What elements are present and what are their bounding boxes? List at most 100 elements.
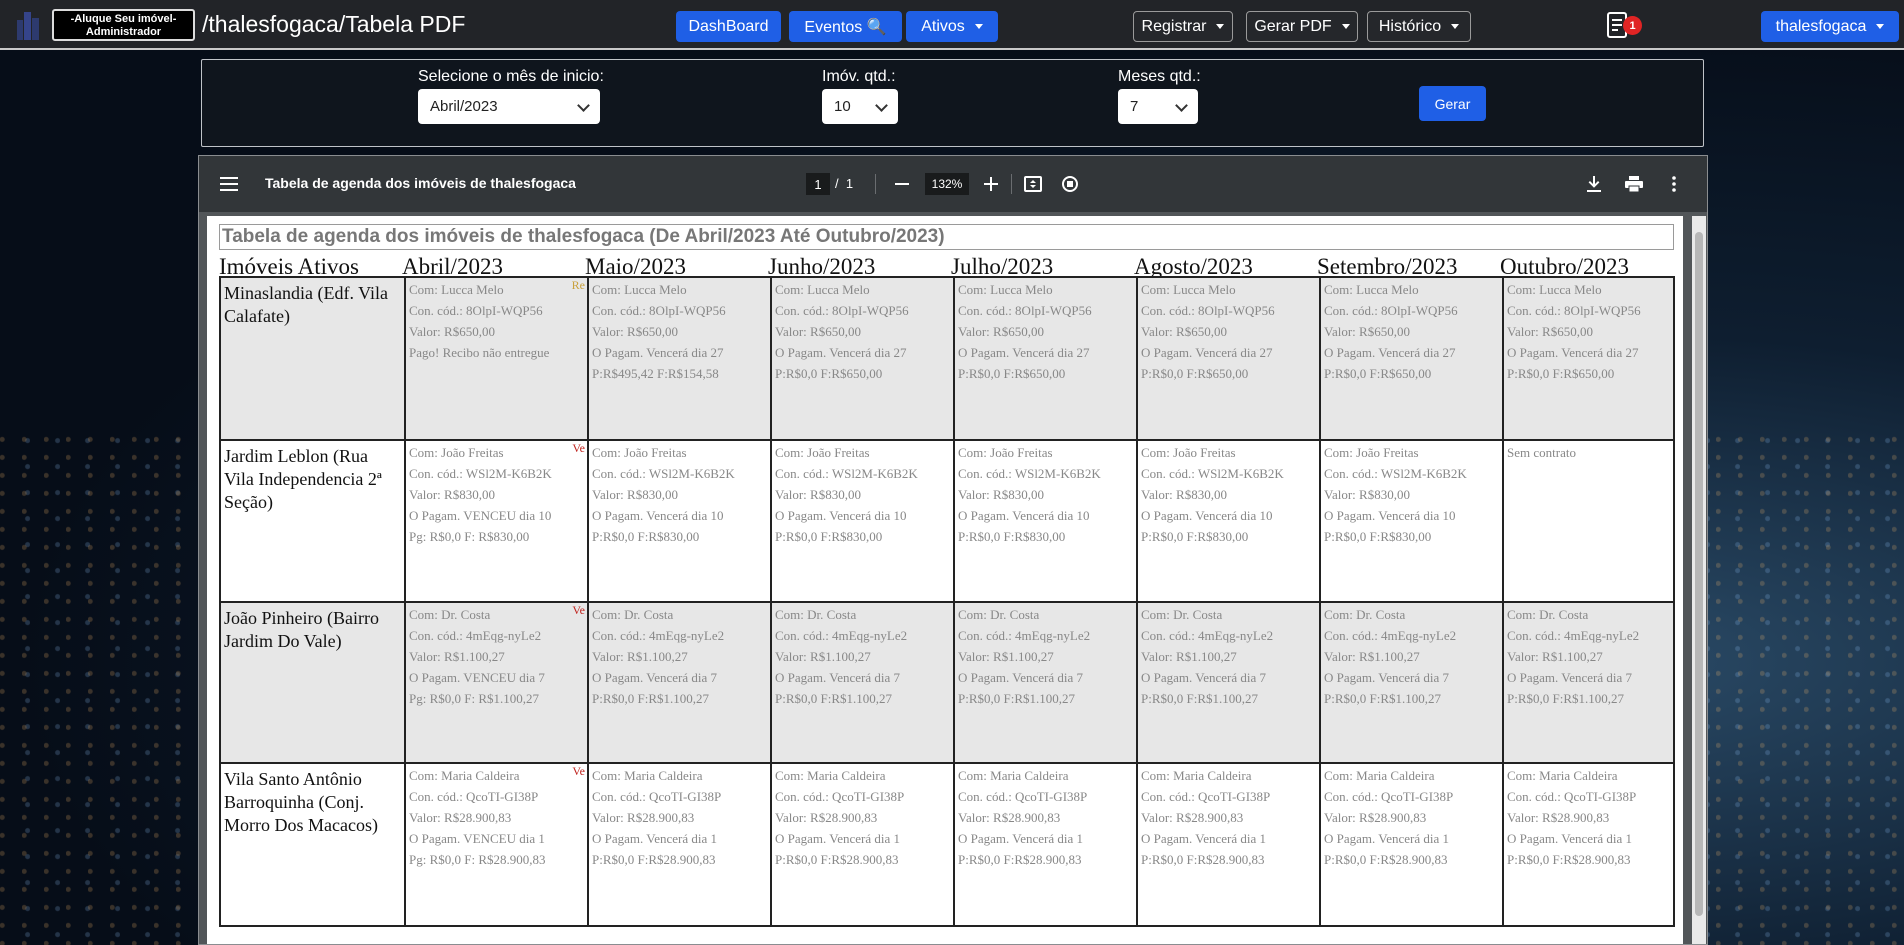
cell-line: Com: Dr. Costa <box>409 607 491 622</box>
cell-line: Pg: R$0,0 F: R$830,00 <box>409 529 530 544</box>
historico-dropdown[interactable]: Histórico <box>1367 11 1471 42</box>
zoom-level-input[interactable]: 132% <box>925 173 969 195</box>
cell-line: Valor: R$28.900,83 <box>592 810 695 825</box>
cell-line: O Pagam. Vencerá dia 27 <box>1141 345 1273 360</box>
cell-line: P:R$0,0 F:R$1.100,27 <box>775 691 893 706</box>
property-name-cell: João Pinheiro (Bairro Jardim Do Vale) <box>221 603 404 762</box>
brand-logo[interactable]: -Aluque Seu imóvel- Administrador <box>52 9 195 41</box>
caret-down-icon <box>1451 24 1460 29</box>
cell-line: Valor: R$830,00 <box>775 487 861 502</box>
cell-line: Con. cód.: 8OlpI-WQP56 <box>775 303 909 318</box>
vertical-scrollbar[interactable] <box>1692 216 1706 944</box>
gerar-button[interactable]: Gerar <box>1419 86 1486 121</box>
eventos-label: Eventos 🔍 <box>804 18 887 36</box>
cell-line: O Pagam. VENCEU dia 7 <box>409 670 545 685</box>
cell-line: Com: Maria Caldeira <box>409 768 520 783</box>
cell-line: P:R$0,0 F:R$830,00 <box>1324 529 1432 544</box>
cell-line: Con. cód.: 4mEqg-nyLe2 <box>958 628 1091 643</box>
zoom-in-icon[interactable] <box>981 174 1001 194</box>
cell-line: Con. cód.: QcoTI-GI38P <box>958 789 1088 804</box>
cell-line: Con. cód.: QcoTI-GI38P <box>1324 789 1454 804</box>
cell-line: Con. cód.: 4mEqg-nyLe2 <box>1324 628 1457 643</box>
cell-line: O Pagam. Vencerá dia 7 <box>775 670 901 685</box>
registrar-dropdown[interactable]: Registrar <box>1133 11 1233 42</box>
download-icon[interactable] <box>1584 174 1604 194</box>
cell-line: O Pagam. Vencerá dia 10 <box>958 508 1090 523</box>
cell-line: O Pagam. Vencerá dia 1 <box>775 831 901 846</box>
cell-line: Valor: R$650,00 <box>1141 324 1227 339</box>
brand-title: -Aluque Seu imóvel- <box>70 13 177 25</box>
zoom-out-icon[interactable] <box>892 174 912 194</box>
brand-subtitle: Administrador <box>85 26 162 38</box>
user-menu-dropdown[interactable]: thalesfogaca <box>1761 11 1899 42</box>
cell-line: Valor: R$1.100,27 <box>1507 649 1603 664</box>
schedule-table: Minaslandia (Edf. Vila Calafate) Re Com: L… <box>219 276 1675 927</box>
page-number-input[interactable]: 1 <box>806 173 830 195</box>
status-tag: Re <box>571 278 585 292</box>
cell-line: Com: Lucca Melo <box>1507 282 1602 297</box>
imov-qtd-select[interactable]: 10 <box>822 89 898 124</box>
print-icon[interactable] <box>1624 174 1644 194</box>
table-row: Minaslandia (Edf. Vila Calafate) Re Com: L… <box>221 278 1673 439</box>
cell-line: P:R$0,0 F:R$28.900,83 <box>775 852 899 867</box>
cell-line: O Pagam. Vencerá dia 27 <box>1324 345 1456 360</box>
imov-qtd-value: 10 <box>834 98 851 115</box>
status-tag: Ve <box>572 441 585 455</box>
cell-line: Com: João Freitas <box>592 445 687 460</box>
start-month-select[interactable]: Abril/2023 <box>418 89 600 124</box>
cell-line: O Pagam. Vencerá dia 1 <box>1324 831 1450 846</box>
month-cell: Com: Maria Caldeira Con. cód.: QcoTI-GI38… <box>587 764 770 925</box>
caret-down-icon <box>1341 24 1350 29</box>
property-name-cell: Minaslandia (Edf. Vila Calafate) <box>221 278 404 439</box>
buildings-logo-icon[interactable] <box>16 10 40 40</box>
pdf-page: Tabela de agenda dos imóveis de thalesfo… <box>207 216 1683 944</box>
cell-line: P:R$0,0 F:R$1.100,27 <box>592 691 710 706</box>
registrar-label: Registrar <box>1141 17 1207 35</box>
ativos-dropdown[interactable]: Ativos <box>906 11 998 42</box>
cell-line: Con. cód.: QcoTI-GI38P <box>1141 789 1271 804</box>
cell-line: Con. cód.: 4mEqg-nyLe2 <box>775 628 908 643</box>
month-cell: Com: João Freitas Con. cód.: WSl2M-K6B2K V… <box>1319 441 1502 601</box>
cell-line: O Pagam. Vencerá dia 27 <box>592 345 724 360</box>
cell-line: Valor: R$1.100,27 <box>409 649 505 664</box>
cell-line: Com: Lucca Melo <box>958 282 1053 297</box>
cell-line: Com: Lucca Melo <box>1324 282 1419 297</box>
month-cell: Ve Com: Dr. Costa Con. cód.: 4mEqg-nyLe2 Va… <box>404 603 587 762</box>
cell-line: P:R$0,0 F:R$650,00 <box>1507 366 1615 381</box>
top-navbar: -Aluque Seu imóvel- Administrador /thale… <box>0 0 1904 50</box>
cell-line: Valor: R$1.100,27 <box>958 649 1054 664</box>
menu-icon[interactable] <box>219 174 239 194</box>
cell-line: Con. cód.: QcoTI-GI38P <box>409 789 539 804</box>
cell-line: Con. cód.: WSl2M-K6B2K <box>1324 466 1467 481</box>
page-total: 1 <box>845 176 854 191</box>
cell-line: P:R$0,0 F:R$650,00 <box>1324 366 1432 381</box>
month-cell: Sem contrato <box>1502 441 1673 601</box>
dashboard-button[interactable]: DashBoard <box>676 11 781 42</box>
cell-line: O Pagam. Vencerá dia 7 <box>1507 670 1633 685</box>
cell-line: P:R$0,0 F:R$28.900,83 <box>1324 852 1448 867</box>
cell-line: Com: Maria Caldeira <box>592 768 703 783</box>
cell-line: Con. cód.: 8OlpI-WQP56 <box>1324 303 1458 318</box>
cell-line: Valor: R$650,00 <box>958 324 1044 339</box>
cell-line: Con. cód.: WSl2M-K6B2K <box>1141 466 1284 481</box>
cell-line: Com: João Freitas <box>775 445 870 460</box>
cell-line: O Pagam. Vencerá dia 10 <box>775 508 907 523</box>
month-cell: Com: João Freitas Con. cód.: WSl2M-K6B2K V… <box>770 441 953 601</box>
gerar-pdf-dropdown[interactable]: Gerar PDF <box>1246 11 1358 42</box>
cell-line: P:R$0,0 F:R$1.100,27 <box>1141 691 1259 706</box>
fit-to-page-icon[interactable] <box>1023 174 1043 194</box>
cell-line: Con. cód.: WSl2M-K6B2K <box>592 466 735 481</box>
cell-line: P:R$0,0 F:R$28.900,83 <box>1507 852 1631 867</box>
cell-line: P:R$0,0 F:R$650,00 <box>1141 366 1249 381</box>
cell-line: O Pagam. Vencerá dia 10 <box>592 508 724 523</box>
more-options-icon[interactable] <box>1664 174 1684 194</box>
page-separator: / <box>835 176 839 191</box>
rotate-icon[interactable] <box>1060 174 1080 194</box>
cell-line: P:R$0,0 F:R$830,00 <box>775 529 883 544</box>
meses-qtd-select[interactable]: 7 <box>1118 89 1198 124</box>
scrollbar-thumb[interactable] <box>1695 232 1703 916</box>
eventos-button[interactable]: Eventos 🔍 <box>789 11 902 42</box>
cell-line: Pg: R$0,0 F: R$1.100,27 <box>409 691 540 706</box>
caret-down-icon <box>974 24 983 29</box>
cell-line: Com: João Freitas <box>958 445 1053 460</box>
